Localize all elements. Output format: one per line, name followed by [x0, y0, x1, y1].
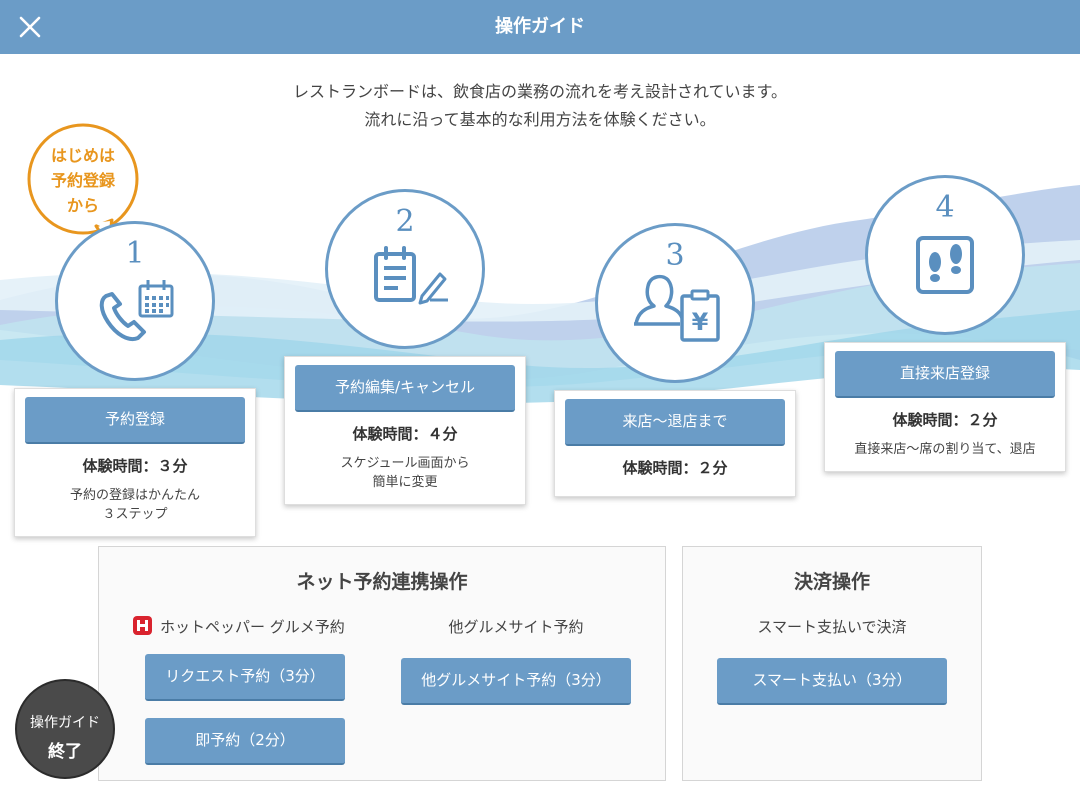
step-2-desc-line-1: スケジュール画面から: [340, 456, 470, 471]
step-2-desc-line-2: 簡単に変更: [372, 475, 438, 490]
start-hint-line-1: はじめは: [50, 146, 115, 165]
page-title: 操作ガイド: [495, 16, 585, 37]
hotpepper-label: ホットペッパー グルメ予約: [133, 616, 373, 637]
step-2-desc: スケジュール画面から 簡単に変更: [285, 454, 525, 492]
reservation-edit-cancel-button[interactable]: 予約編集/キャンセル: [295, 365, 515, 412]
payment-title: 決済操作: [793, 571, 870, 593]
visit-to-leave-button[interactable]: 来店〜退店まで: [565, 399, 785, 446]
direct-visit-register-button[interactable]: 直接来店登録: [835, 351, 1055, 398]
svg-text:¥: ¥: [692, 308, 709, 336]
step-4-circle: 4: [865, 175, 1025, 335]
step-1-card: 予約登録 体験時間：３分 予約の登録はかんたん ３ステップ: [14, 388, 256, 537]
step-1-desc-line-2: ３ステップ: [102, 507, 168, 522]
instant-reservation-button[interactable]: 即予約（2分）: [145, 718, 345, 765]
customer-receipt-icon: ¥: [634, 274, 720, 342]
step-3-circle: 3 ¥: [595, 223, 755, 383]
step-2-card: 予約編集/キャンセル 体験時間：４分 スケジュール画面から 簡単に変更: [284, 356, 526, 505]
start-hint-line-3: から: [66, 196, 99, 215]
step-3-card: 来店〜退店まで 体験時間：２分: [554, 390, 796, 497]
step-4-card: 直接来店登録 体験時間：２分 直接来店〜席の割り当て、退店: [824, 342, 1066, 472]
request-reservation-button[interactable]: リクエスト予約（3分）: [145, 654, 345, 701]
phone-calendar-icon: [99, 280, 174, 341]
hotpepper-logo-icon: [133, 616, 152, 635]
footprints-icon: [916, 236, 974, 294]
other-sites-reservation-button[interactable]: 他グルメサイト予約（3分）: [401, 658, 631, 705]
clipboard-pen-icon: [374, 246, 448, 305]
step-4-desc: 直接来店〜席の割り当て、退店: [825, 440, 1065, 459]
reservation-register-button[interactable]: 予約登録: [25, 397, 245, 444]
net-reservation-title: ネット予約連携操作: [296, 571, 468, 593]
header-bar: 操作ガイド: [0, 0, 1080, 54]
step-2-time: 体験時間：４分: [352, 425, 458, 443]
step-3-time: 体験時間：２分: [622, 459, 728, 477]
smart-pay-label: スマート支払いで決済: [757, 618, 907, 636]
start-hint-line-2: 予約登録: [50, 171, 115, 190]
payment-panel: 決済操作 スマート支払いで決済 スマート支払い（3分）: [682, 546, 982, 781]
smart-pay-button[interactable]: スマート支払い（3分）: [717, 658, 947, 705]
step-1-desc: 予約の登録はかんたん ３ステップ: [15, 486, 255, 524]
step-4-time: 体験時間：２分: [892, 411, 998, 429]
end-guide-line-1: 操作ガイド: [30, 715, 100, 731]
end-guide-line-2: 終了: [48, 742, 82, 762]
step-1-time: 体験時間：３分: [82, 457, 188, 475]
intro-line-2: 流れに沿って基本的な利用方法を体験ください。: [364, 110, 716, 129]
step-2-circle: 2: [325, 189, 485, 349]
intro-text: レストランボードは、飲食店の業務の流れを考え設計されています。 流れに沿って基本…: [0, 78, 1080, 134]
end-guide-button[interactable]: 操作ガイド 終了: [15, 679, 115, 779]
start-hint-text: はじめは 予約登録 から: [26, 143, 140, 218]
intro-line-1: レストランボードは、飲食店の業務の流れを考え設計されています。: [293, 82, 787, 101]
net-reservation-panel: ネット予約連携操作 ホットペッパー グルメ予約 リクエスト予約（3分） 即予約（…: [98, 546, 666, 781]
step-1-circle: 1: [55, 221, 215, 381]
step-4-desc-line-1: 直接来店〜席の割り当て、退店: [854, 442, 1036, 457]
step-1-desc-line-1: 予約の登録はかんたん: [69, 488, 200, 503]
other-sites-label: 他グルメサイト予約: [448, 618, 584, 636]
hotpepper-label-text: ホットペッパー グルメ予約: [160, 618, 345, 636]
